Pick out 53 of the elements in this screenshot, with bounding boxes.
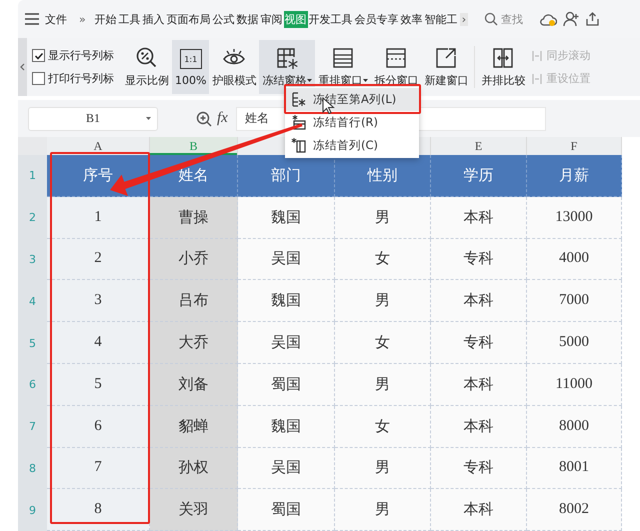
table-cell: 吴国 <box>238 322 335 364</box>
table-cell: 5 <box>47 364 150 406</box>
table-cell: 本科 <box>431 489 527 531</box>
header-cell: 性别 <box>335 155 431 197</box>
actual-size-icon: 1:1 <box>180 49 202 69</box>
table-cell: 8000 <box>527 406 622 448</box>
table-cell: 女 <box>335 238 431 280</box>
table-cell: 本科 <box>431 280 527 322</box>
header-cell: 月薪 <box>527 155 622 197</box>
table-cell: 男 <box>335 364 431 406</box>
table-cell: 魏国 <box>238 196 335 239</box>
table-cell: 13000 <box>527 196 622 239</box>
table-cell: 本科 <box>431 406 527 448</box>
table-cell: 男 <box>335 448 431 490</box>
table-cell: 5000 <box>527 322 622 364</box>
table-cell: 4 <box>47 322 150 364</box>
table-cell: 男 <box>335 280 431 322</box>
table-cell: 吴国 <box>238 448 335 490</box>
table-cell: 女 <box>335 406 431 448</box>
table-cell: 魏国 <box>238 406 335 448</box>
table-cell: 刘备 <box>150 364 238 406</box>
table-cell: 8 <box>47 489 150 531</box>
table-cell: 3 <box>47 280 150 322</box>
table-cell: 男 <box>335 489 431 531</box>
table-cell: 貂蝉 <box>150 406 238 448</box>
table-cell: 男 <box>335 196 431 239</box>
table-cell: 曹操 <box>150 196 238 239</box>
table-cell: 小乔 <box>150 238 238 280</box>
table-cell: 蜀国 <box>238 489 335 531</box>
table-cell: 1 <box>47 196 150 239</box>
table-cell: 女 <box>335 322 431 364</box>
table-cell: 魏国 <box>238 280 335 322</box>
table-cell: 蜀国 <box>238 364 335 406</box>
table-cell: 本科 <box>431 364 527 406</box>
table-cell: 7000 <box>527 280 622 322</box>
header-cell: 部门 <box>238 155 335 197</box>
table-cell: 吕布 <box>150 280 238 322</box>
table-cell: 6 <box>47 406 150 448</box>
table-cell: 本科 <box>431 196 527 239</box>
table-cell: 大乔 <box>150 322 238 364</box>
table-cell: 孙权 <box>150 448 238 490</box>
table-cell: 专科 <box>431 448 527 490</box>
table-cell: 4000 <box>527 238 622 280</box>
table-cell: 2 <box>47 238 150 280</box>
table-cell: 11000 <box>527 364 622 406</box>
table-cell: 专科 <box>431 322 527 364</box>
header-cell: 学历 <box>431 155 527 197</box>
table-cell: 8001 <box>527 448 622 490</box>
table-cell: 8002 <box>527 489 622 531</box>
table-cell: 吴国 <box>238 238 335 280</box>
table-cell: 专科 <box>431 238 527 280</box>
table-cell: 7 <box>47 448 150 490</box>
table-cell: 关羽 <box>150 489 238 531</box>
